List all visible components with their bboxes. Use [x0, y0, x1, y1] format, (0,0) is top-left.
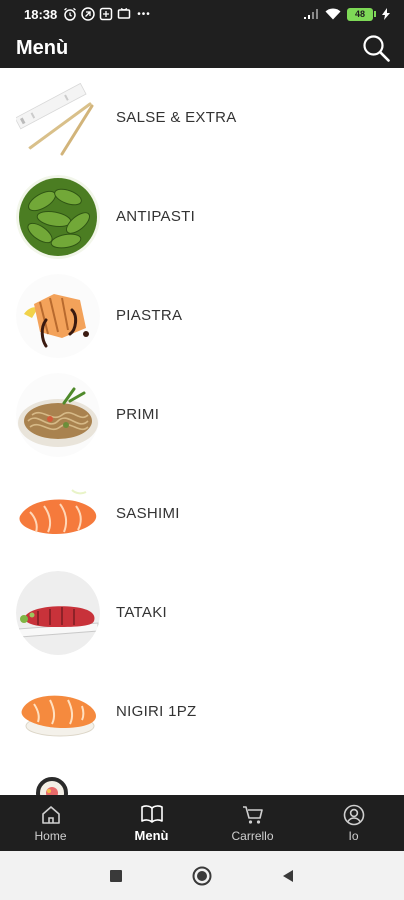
status-time: 18:38	[24, 6, 58, 22]
nav-item-profile[interactable]: Io	[303, 795, 404, 851]
status-bar: 18:38 ••• 48	[0, 0, 404, 28]
menu-category-label: SASHIMI	[116, 505, 180, 522]
menu-category-label: NIGIRI 1PZ	[116, 703, 197, 720]
recents-button[interactable]	[104, 864, 128, 888]
menu-category-sashimi[interactable]: SASHIMI	[0, 464, 404, 563]
nav-item-label: Carrello	[231, 828, 274, 843]
grilled-salmon-image	[16, 273, 100, 358]
menu-category-label: PIASTRA	[116, 307, 183, 324]
app-bar: Menù	[0, 28, 404, 68]
tataki-image	[16, 570, 100, 655]
nav-item-menu[interactable]: Menù	[101, 795, 202, 851]
menu-category-maki[interactable]	[0, 761, 404, 795]
menu-category-piastra[interactable]: PIASTRA	[0, 266, 404, 365]
home-icon	[41, 805, 60, 824]
back-button[interactable]	[276, 864, 300, 888]
sashimi-image	[16, 471, 100, 556]
menu-category-salse-extra[interactable]: SALSE & EXTRA	[0, 68, 404, 167]
menu-category-nigiri[interactable]: NIGIRI 1PZ	[0, 662, 404, 761]
square-icon	[110, 869, 122, 882]
menu-category-primi[interactable]: PRIMI	[0, 365, 404, 464]
wifi-icon	[325, 8, 341, 20]
nav-item-label: Home	[34, 828, 67, 843]
search-icon	[363, 35, 390, 62]
chopsticks-image	[16, 75, 100, 160]
game-notification-icon	[100, 7, 113, 21]
menu-category-antipasti[interactable]: ANTIPASTI	[0, 167, 404, 266]
bottom-navigation: Home Menù Carrello Io	[0, 795, 404, 851]
search-button[interactable]	[360, 32, 392, 64]
triangle-back-icon	[283, 869, 293, 882]
menu-category-label: SALSE & EXTRA	[116, 109, 237, 126]
cart-icon	[242, 805, 263, 824]
menu-category-label: PRIMI	[116, 406, 160, 423]
menu-category-tataki[interactable]: TATAKI	[0, 563, 404, 662]
nav-item-cart[interactable]: Carrello	[202, 795, 303, 851]
menu-category-list: SALSE & EXTRA ANTIPASTI PIASTRA PRIMI SA…	[0, 68, 404, 795]
home-system-button[interactable]	[190, 864, 214, 888]
status-notification-icons	[63, 7, 131, 21]
nav-item-label: Io	[348, 828, 359, 843]
more-notifications-indicator: •••	[137, 8, 151, 20]
menu-category-label: ANTIPASTI	[116, 208, 196, 225]
media-notification-icon	[118, 7, 131, 19]
battery-level: 48	[347, 7, 373, 21]
nav-item-home[interactable]: Home	[0, 795, 101, 851]
nav-item-label: Menù	[134, 828, 169, 843]
alarm-icon	[64, 7, 77, 21]
noodles-image	[16, 372, 100, 457]
circle-icon	[192, 866, 212, 885]
edamame-image	[16, 174, 100, 259]
charging-icon	[382, 8, 390, 20]
book-icon	[140, 805, 163, 823]
system-navigation-bar	[0, 851, 404, 900]
page-title: Menù	[16, 36, 69, 59]
app-notification-icon	[81, 7, 95, 21]
menu-category-label: TATAKI	[116, 604, 167, 621]
signal-icon	[304, 9, 318, 19]
maki-image	[16, 768, 100, 795]
battery-icon: 48	[347, 7, 376, 21]
nigiri-image	[16, 669, 100, 754]
user-icon	[343, 804, 364, 825]
